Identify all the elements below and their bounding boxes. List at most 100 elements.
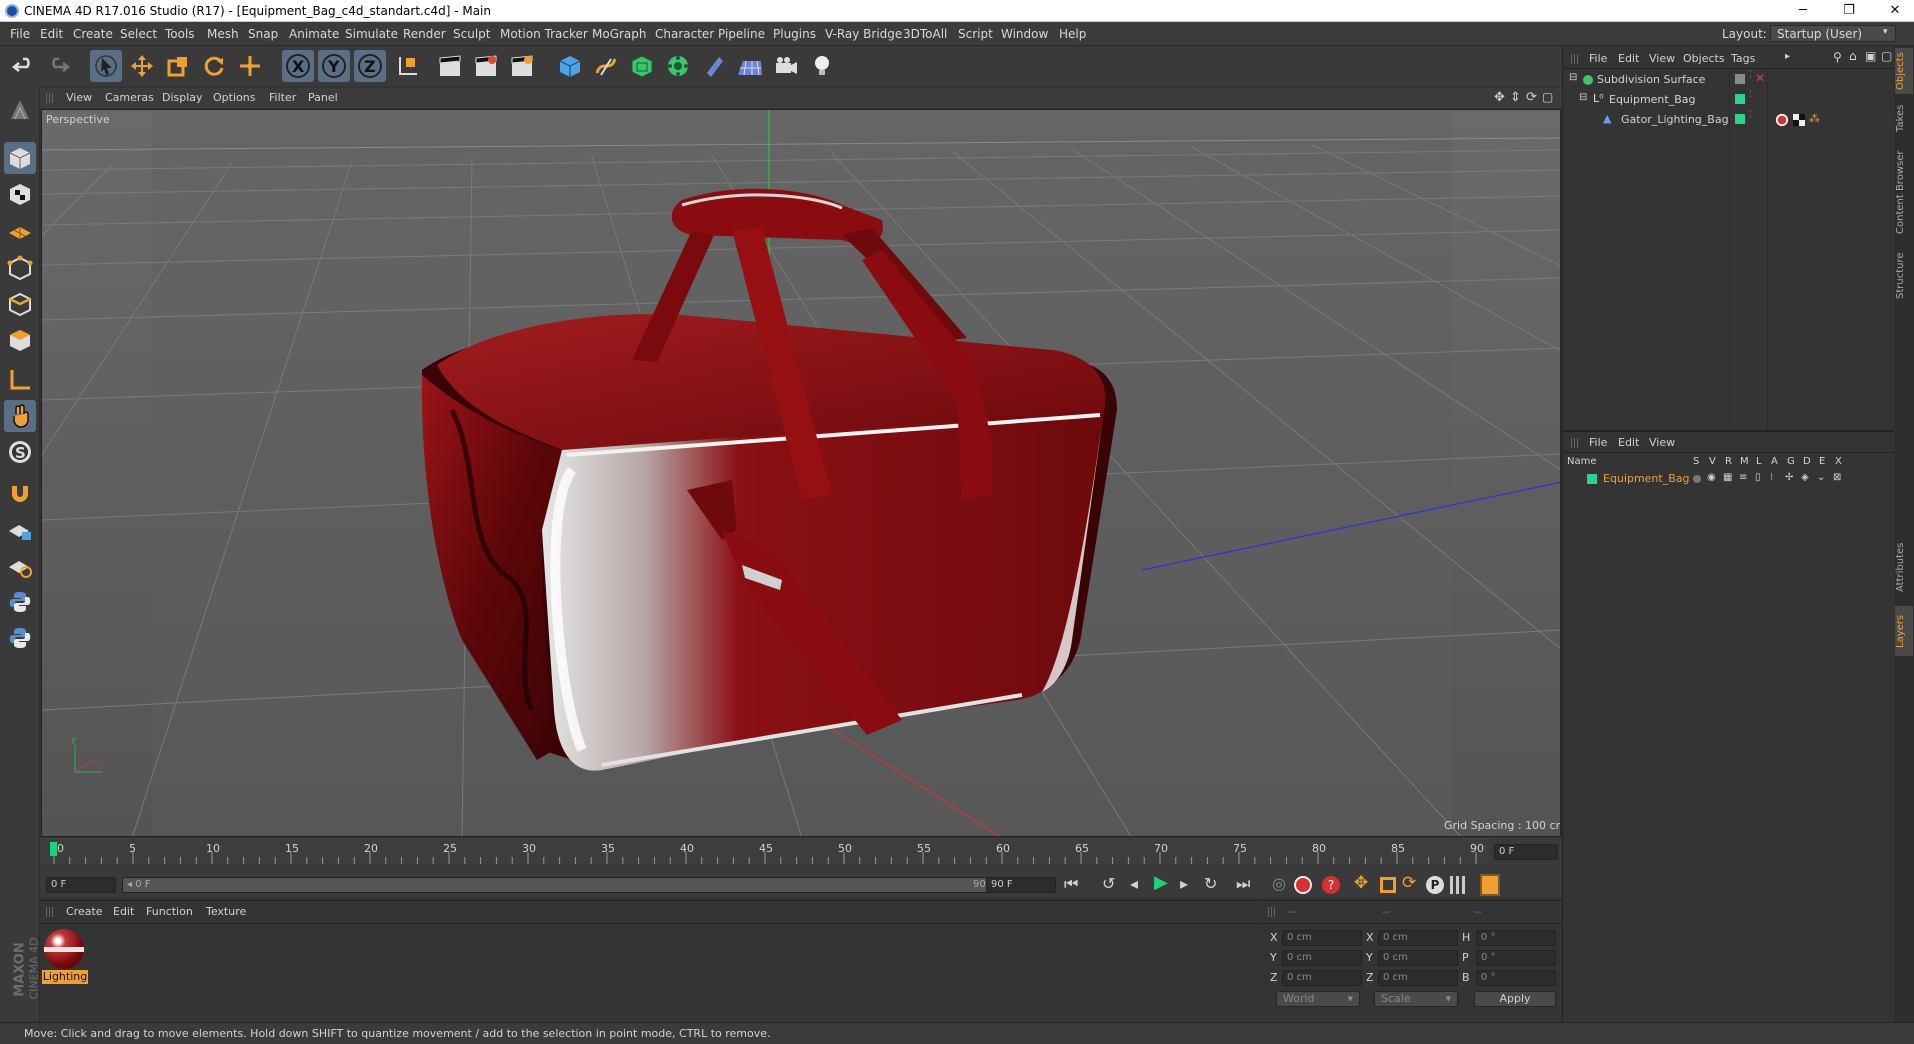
key-position-icon[interactable]: ✥ (1354, 873, 1368, 893)
add-subdivision-button[interactable] (626, 50, 658, 82)
tab-takes[interactable]: Takes (1895, 98, 1913, 138)
menu-tools[interactable]: Tools (165, 27, 195, 41)
multi-transform-button[interactable] (234, 50, 266, 82)
go-to-end-icon[interactable]: ⏭ (1236, 874, 1250, 894)
texture-mode-button[interactable] (4, 178, 36, 210)
live-selection-button[interactable] (90, 50, 122, 82)
viewport-menu-cameras[interactable]: Cameras (105, 91, 154, 104)
menu-3dtoall[interactable]: 3DToAll (903, 27, 947, 41)
xref-toggle-icon[interactable]: ⊠ (1833, 472, 1841, 483)
manager-toggle-icon[interactable]: ≡ (1739, 472, 1747, 483)
objects-menu-file[interactable]: File (1589, 52, 1607, 65)
preview-range-slider[interactable]: ◂ 0 F 90 F ▸ (122, 877, 1020, 893)
size-x-field[interactable]: 0 cm (1378, 930, 1458, 946)
viewport-dolly-icon[interactable]: ⇕ (1510, 90, 1521, 105)
panel-grip[interactable] (1571, 438, 1579, 448)
objects-menu-objects[interactable]: Objects (1683, 52, 1725, 65)
edges-mode-button[interactable] (4, 288, 36, 320)
viewport-rotate-icon[interactable]: ⟳ (1526, 90, 1537, 105)
record-keyframe-icon[interactable] (1294, 876, 1312, 894)
material-menu-texture[interactable]: Texture (206, 905, 246, 918)
tab-layers[interactable]: Layers (1895, 606, 1913, 656)
lock-x-axis-button[interactable]: X (282, 50, 314, 82)
timeline-window-icon[interactable] (1480, 874, 1500, 896)
tab-content-browser[interactable]: Content Browser (1895, 142, 1913, 242)
end-frame-field[interactable]: 90 F (986, 877, 1056, 893)
position-z-field[interactable]: 0 cm (1282, 970, 1362, 986)
model-mode-button[interactable] (4, 142, 36, 174)
menu-mograph[interactable]: MoGraph (592, 27, 647, 41)
layout-dropdown[interactable]: Startup (User) ▾ (1770, 25, 1896, 42)
menu-select[interactable]: Select (120, 27, 157, 41)
key-scale-icon[interactable] (1380, 877, 1396, 893)
material-tag-icon[interactable] (1775, 113, 1789, 127)
panel-grip[interactable] (1268, 907, 1276, 917)
close-button[interactable]: ✕ (1880, 2, 1910, 20)
menu-pipeline[interactable]: Pipeline (718, 27, 765, 41)
playhead-marker[interactable] (50, 842, 57, 856)
python-script-button-2[interactable] (4, 622, 36, 654)
menu-simulate[interactable]: Simulate (345, 27, 398, 41)
tab-attributes[interactable]: Attributes (1895, 532, 1913, 602)
objects-menu-tags[interactable]: Tags (1731, 52, 1755, 65)
maximize-panel-icon[interactable]: ▢ (1881, 49, 1892, 63)
python-script-button-1[interactable] (4, 586, 36, 618)
viewport-maximize-icon[interactable]: ▢ (1542, 90, 1553, 104)
material-menu-edit[interactable]: Edit (113, 905, 134, 918)
home-icon[interactable]: ⌂ (1849, 49, 1857, 63)
menu-help[interactable]: Help (1059, 27, 1086, 41)
tweak-mode-button[interactable] (4, 400, 36, 432)
next-key-icon[interactable]: ↻ (1204, 874, 1217, 893)
previous-key-icon[interactable]: ↺ (1102, 874, 1115, 893)
current-frame-field[interactable]: 0 F (1494, 844, 1558, 860)
object-row-subdivision-surface[interactable]: ⊟ Subdivision Surface ⁚ ✕ (1563, 70, 1895, 88)
rotation-p-field[interactable]: 0 ° (1476, 950, 1556, 966)
scale-tool-button[interactable] (162, 50, 194, 82)
menu-file[interactable]: File (10, 27, 30, 41)
menu-vray-bridge[interactable]: V-Ray Bridge (825, 27, 902, 41)
menu-sculpt[interactable]: Sculpt (453, 27, 490, 41)
search-icon[interactable]: ⚲ (1833, 50, 1842, 64)
viewport-menu-panel[interactable]: Panel (308, 91, 338, 104)
panel-grip[interactable] (46, 93, 54, 103)
key-parameter-icon[interactable]: P (1426, 876, 1444, 894)
polygons-mode-button[interactable] (4, 324, 36, 356)
menu-window[interactable]: Window (1001, 27, 1048, 41)
solo-toggle-icon[interactable] (1693, 475, 1701, 483)
layer-color-swatch[interactable] (1735, 94, 1745, 104)
position-x-field[interactable]: 0 cm (1282, 930, 1362, 946)
menu-script[interactable]: Script (958, 27, 993, 41)
minimize-button[interactable]: ─ (1788, 2, 1818, 20)
maximize-button[interactable]: ❐ (1834, 2, 1864, 20)
previous-frame-icon[interactable]: ◂ (1130, 874, 1138, 893)
lock-toggle-icon[interactable]: ▯ (1755, 472, 1761, 483)
3d-viewport[interactable]: y z Perspective Grid Spacing : 100 cm (41, 109, 1561, 837)
undo-button[interactable] (8, 50, 40, 82)
material-menu-function[interactable]: Function (146, 905, 193, 918)
coordinate-system-button[interactable] (392, 50, 424, 82)
rotation-h-field[interactable]: 0 ° (1476, 930, 1556, 946)
new-view-icon[interactable]: ▣ (1865, 49, 1876, 63)
menu-render[interactable]: Render (403, 27, 446, 41)
menu-motion-tracker[interactable]: Motion Tracker (500, 27, 588, 41)
lock-y-axis-button[interactable]: Y (318, 50, 350, 82)
phong-tag-icon[interactable]: ⁂ (1809, 112, 1820, 125)
axis-mode-button[interactable] (4, 364, 36, 396)
move-tool-button[interactable] (126, 50, 158, 82)
render-view-button[interactable] (434, 50, 466, 82)
next-frame-icon[interactable]: ▸ (1180, 874, 1188, 893)
workplane-lock-button[interactable] (4, 514, 36, 546)
uvw-tag-icon[interactable] (1793, 114, 1805, 126)
menu-animate[interactable]: Animate (289, 27, 339, 41)
viewport-menu-filter[interactable]: Filter (269, 91, 296, 104)
redo-button[interactable] (42, 50, 74, 82)
timeline-ruler[interactable]: 0 5 10 15 20 25 30 35 40 45 50 55 60 65 … (40, 838, 1490, 864)
visibility-dots-icon[interactable]: ⁚ (1749, 70, 1752, 80)
deformer-toggle-icon[interactable]: ◈ (1801, 472, 1809, 483)
key-pla-icon[interactable] (1450, 876, 1468, 894)
panel-grip[interactable] (46, 907, 54, 917)
menu-snap[interactable]: Snap (248, 27, 278, 41)
viewport-menu-display[interactable]: Display (162, 91, 203, 104)
animation-toggle-icon[interactable]: ⁝ (1770, 472, 1773, 483)
viewport-menu-view[interactable]: View (66, 91, 92, 104)
